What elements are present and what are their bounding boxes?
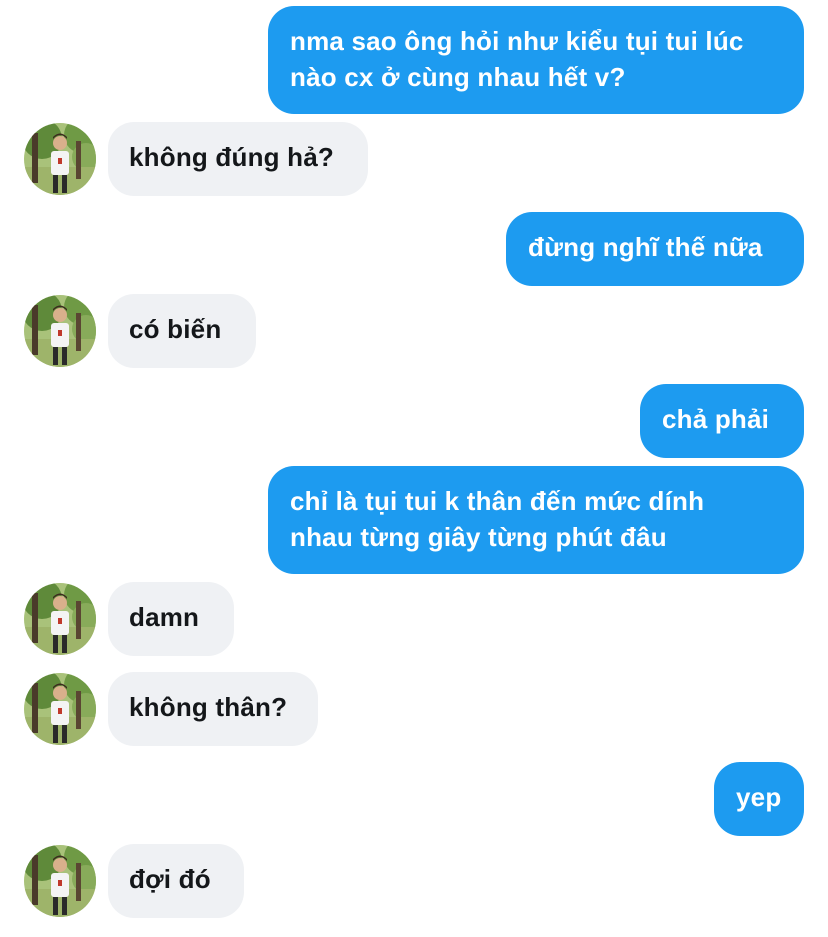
outgoing-message-bubble[interactable]: đừng nghĩ thế nữa [506,212,804,286]
outgoing-message-bubble[interactable]: chả phải [640,384,804,458]
incoming-message-bubble[interactable]: không thân? [108,672,318,746]
contact-avatar-photo-icon[interactable] [24,583,96,655]
message-text-line: nhau từng giây từng phút đâu [290,522,667,552]
message-text-line: nào cx ở cùng nhau hết v? [290,62,626,92]
contact-avatar-photo-icon[interactable] [24,673,96,745]
incoming-message-bubble[interactable]: có biến [108,294,256,368]
contact-avatar-photo-icon[interactable] [24,295,96,367]
message-text: chả phải [662,404,770,434]
incoming-message-bubble[interactable]: damn [108,582,234,656]
incoming-message-bubble[interactable]: không đúng hả? [108,122,368,196]
message-text-line: nma sao ông hỏi như kiểu tụi tui lúc [290,26,744,56]
message-text: không đúng hả? [129,142,334,172]
message-text: yep [736,782,782,812]
message-text: có biến [129,314,222,344]
outgoing-message-bubble[interactable]: nma sao ông hỏi như kiểu tụi tui lúc nào… [268,6,804,114]
outgoing-message-bubble[interactable]: yep [714,762,804,836]
message-text: damn [129,602,200,632]
incoming-message-bubble[interactable]: đợi đó [108,844,244,918]
outgoing-message-bubble[interactable]: chỉ là tụi tui k thân đến mức dính nhau … [268,466,804,574]
message-text: không thân? [129,692,288,722]
message-text-line: chỉ là tụi tui k thân đến mức dính [290,486,705,516]
message-text: đừng nghĩ thế nữa [528,232,763,262]
contact-avatar-photo-icon[interactable] [24,845,96,917]
message-text: đợi đó [129,864,211,894]
contact-avatar-photo-icon[interactable] [24,123,96,195]
